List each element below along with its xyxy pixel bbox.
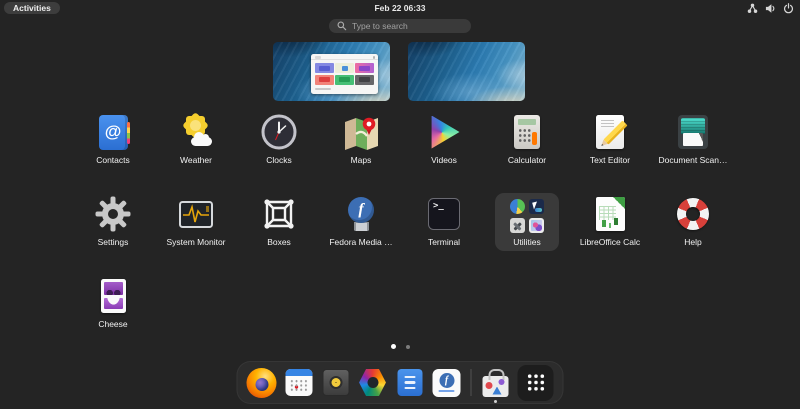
- page-dot-1[interactable]: [391, 344, 396, 349]
- boxes-icon: [259, 194, 299, 234]
- show-apps-button[interactable]: [517, 361, 555, 404]
- weather-icon: [176, 112, 216, 152]
- image-viewer-icon: [529, 218, 544, 233]
- workspace-thumbnail-1[interactable]: [273, 42, 390, 101]
- tweaks-icon: [510, 218, 525, 233]
- window-preview[interactable]: [311, 54, 378, 94]
- dash-separator: [471, 369, 472, 396]
- app-help[interactable]: Help: [658, 194, 728, 247]
- app-fedora-media-writer[interactable]: Fedora Media …: [326, 194, 396, 247]
- app-label: Help: [684, 237, 701, 247]
- system-status-area[interactable]: [747, 0, 794, 16]
- app-label: Text Editor: [590, 155, 630, 165]
- app-cheese[interactable]: Cheese: [78, 276, 148, 329]
- dock-rhythmbox[interactable]: [320, 361, 352, 404]
- app-document-scanner[interactable]: Document Scan…: [658, 112, 728, 165]
- dock-calendar[interactable]: [283, 361, 315, 404]
- volume-icon: [765, 3, 776, 14]
- app-label: LibreOffice Calc: [580, 237, 640, 247]
- app-contacts[interactable]: Contacts: [78, 112, 148, 165]
- dock-files[interactable]: [394, 361, 426, 404]
- videos-icon: [429, 116, 460, 149]
- gnome-activities-overview: Activities Feb 22 06:33 Type to se: [0, 0, 800, 409]
- workspace-thumbnail-2[interactable]: [408, 42, 525, 101]
- app-label: Boxes: [267, 237, 291, 247]
- files-icon: [397, 369, 422, 396]
- dock-photos[interactable]: [357, 361, 389, 404]
- app-system-monitor[interactable]: System Monitor: [161, 194, 231, 247]
- calendar-icon: [285, 369, 312, 396]
- app-label: Contacts: [96, 155, 130, 165]
- activities-button[interactable]: Activities: [4, 2, 60, 14]
- app-calculator[interactable]: Calculator: [492, 112, 562, 165]
- disk-usage-analyzer-icon: [510, 199, 525, 214]
- screenshot-icon: [529, 199, 544, 214]
- contacts-icon: [99, 115, 128, 150]
- app-label: Weather: [180, 155, 212, 165]
- app-text-editor[interactable]: Text Editor: [575, 112, 645, 165]
- help-icon: [672, 193, 714, 235]
- window-content: [311, 60, 378, 86]
- window-headerbar: [311, 54, 378, 60]
- system-monitor-icon: [179, 201, 213, 228]
- network-icon: [747, 3, 758, 14]
- maps-icon: [341, 112, 381, 152]
- app-maps[interactable]: Maps: [326, 112, 396, 165]
- app-label: Clocks: [266, 155, 292, 165]
- power-icon: [783, 3, 794, 14]
- text-editor-icon: [596, 115, 624, 149]
- app-libreoffice-calc[interactable]: LibreOffice Calc: [575, 194, 645, 247]
- folder-label: Utilities: [513, 237, 540, 247]
- settings-icon: [93, 194, 133, 234]
- app-settings[interactable]: Settings: [78, 194, 148, 247]
- document-scanner-icon: [678, 115, 708, 149]
- dock-firefox[interactable]: [246, 361, 278, 404]
- show-apps-grid-icon: [518, 365, 554, 401]
- app-label: Videos: [431, 155, 457, 165]
- page-dot-2[interactable]: [406, 345, 410, 349]
- app-label: Settings: [98, 237, 129, 247]
- app-boxes[interactable]: Boxes: [244, 194, 314, 247]
- running-indicator: [494, 400, 497, 403]
- app-videos[interactable]: Videos: [409, 112, 479, 165]
- photos-icon: [359, 369, 387, 397]
- dock-software[interactable]: [480, 361, 512, 404]
- app-label: System Monitor: [166, 237, 225, 247]
- search-icon: [337, 21, 347, 31]
- page-indicator: [0, 344, 800, 349]
- software-icon: [483, 376, 509, 397]
- top-bar: Activities Feb 22 06:33: [0, 0, 800, 16]
- app-label: Document Scan…: [659, 155, 728, 165]
- search-placeholder: Type to search: [352, 21, 408, 31]
- app-label: Fedora Media …: [329, 237, 392, 247]
- fedora-media-writer-dock-icon: [433, 369, 461, 397]
- clock-button[interactable]: Feb 22 06:33: [300, 0, 500, 16]
- app-folder-utilities[interactable]: Utilities: [495, 193, 559, 251]
- cheese-icon: [101, 279, 126, 313]
- fedora-media-writer-icon: [348, 197, 374, 231]
- libreoffice-calc-icon: [596, 197, 625, 231]
- firefox-icon: [247, 368, 277, 398]
- wallpaper: [408, 42, 525, 101]
- terminal-icon: [428, 198, 460, 230]
- rhythmbox-icon: [322, 369, 349, 396]
- app-label: Terminal: [428, 237, 460, 247]
- app-label: Maps: [351, 155, 372, 165]
- app-label: Calculator: [508, 155, 546, 165]
- search-bar[interactable]: Type to search: [329, 19, 471, 33]
- app-label: Cheese: [98, 319, 127, 329]
- clocks-icon: [259, 112, 299, 152]
- app-clocks[interactable]: Clocks: [244, 112, 314, 165]
- dock-fedora-media-writer[interactable]: [431, 361, 463, 404]
- app-weather[interactable]: Weather: [161, 112, 231, 165]
- calculator-icon: [514, 115, 540, 149]
- dash: [237, 361, 564, 404]
- utilities-folder-icon: [510, 199, 544, 233]
- app-terminal[interactable]: Terminal: [409, 194, 479, 247]
